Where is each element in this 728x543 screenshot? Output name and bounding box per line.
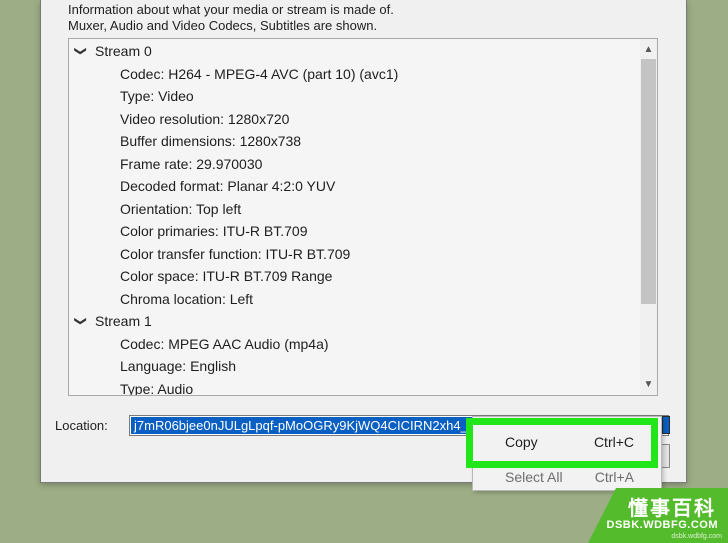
tree-property: Color primaries: ITU-R BT.709 bbox=[120, 223, 308, 239]
description-line-1: Information about what your media or str… bbox=[68, 2, 394, 17]
watermark-cn-text: 懂事百科 bbox=[628, 498, 716, 520]
tree-property: Buffer dimensions: 1280x738 bbox=[120, 133, 302, 149]
stream-1-node[interactable]: ❯ Stream 1 bbox=[74, 310, 152, 332]
stream-label: Stream 1 bbox=[95, 313, 152, 329]
description-text: Information about what your media or str… bbox=[68, 2, 394, 34]
tree-property: Color space: ITU-R BT.709 Range bbox=[120, 268, 333, 284]
tree-property: Frame rate: 29.970030 bbox=[120, 155, 263, 172]
stream-0-node[interactable]: ❯ Stream 0 bbox=[74, 40, 152, 62]
location-label: Location: bbox=[55, 418, 108, 433]
copy-highlight-box bbox=[466, 418, 658, 468]
location-selected-text[interactable]: j7mR06bjee0nJULgLpqf-pMoOGRy9KjWQ4CICIRN… bbox=[131, 417, 483, 434]
tree-property: Decoded format: Planar 4:2:0 YUV bbox=[120, 178, 336, 194]
tree-property: Language: English bbox=[120, 358, 236, 374]
watermark-en-text: DSBK.WDBFG.COM bbox=[606, 519, 718, 531]
media-information-dialog: Information about what your media or str… bbox=[40, 0, 687, 483]
tree-property: Orientation: Top left bbox=[120, 200, 242, 217]
scrollbar-thumb[interactable] bbox=[641, 59, 656, 304]
tree-property: Codec: MPEG AAC Audio (mp4a) bbox=[120, 335, 329, 352]
tree-property: Color transfer function: ITU-R BT.709 bbox=[120, 245, 351, 262]
tree-property: Chroma location: Left bbox=[120, 290, 254, 307]
vertical-scrollbar[interactable]: ▲ ▼ bbox=[640, 39, 657, 395]
codec-tree-view[interactable]: ❯ Stream 0 Codec: H264 - MPEG-4 AVC (part… bbox=[68, 38, 658, 396]
tree-property: Codec: H264 - MPEG-4 AVC (part 10) (avc1… bbox=[120, 65, 399, 82]
description-line-2: Muxer, Audio and Video Codecs, Subtitles… bbox=[68, 18, 378, 33]
location-field-end bbox=[662, 416, 670, 434]
tree-property: Video resolution: 1280x720 bbox=[120, 110, 290, 127]
scroll-up-arrow-icon[interactable]: ▲ bbox=[640, 41, 657, 58]
scroll-down-arrow-icon[interactable]: ▼ bbox=[640, 376, 657, 393]
chevron-down-icon[interactable]: ❯ bbox=[70, 316, 92, 328]
watermark: 懂事百科 DSBK.WDBFG.COM dsbk.wdbfg.com bbox=[588, 488, 728, 543]
tree-property: Type: Video bbox=[120, 88, 194, 104]
stream-label: Stream 0 bbox=[95, 43, 152, 59]
chevron-down-icon[interactable]: ❯ bbox=[70, 46, 92, 58]
watermark-sub-text: dsbk.wdbfg.com bbox=[671, 533, 722, 540]
tree-property: Type: Audio bbox=[120, 380, 194, 396]
